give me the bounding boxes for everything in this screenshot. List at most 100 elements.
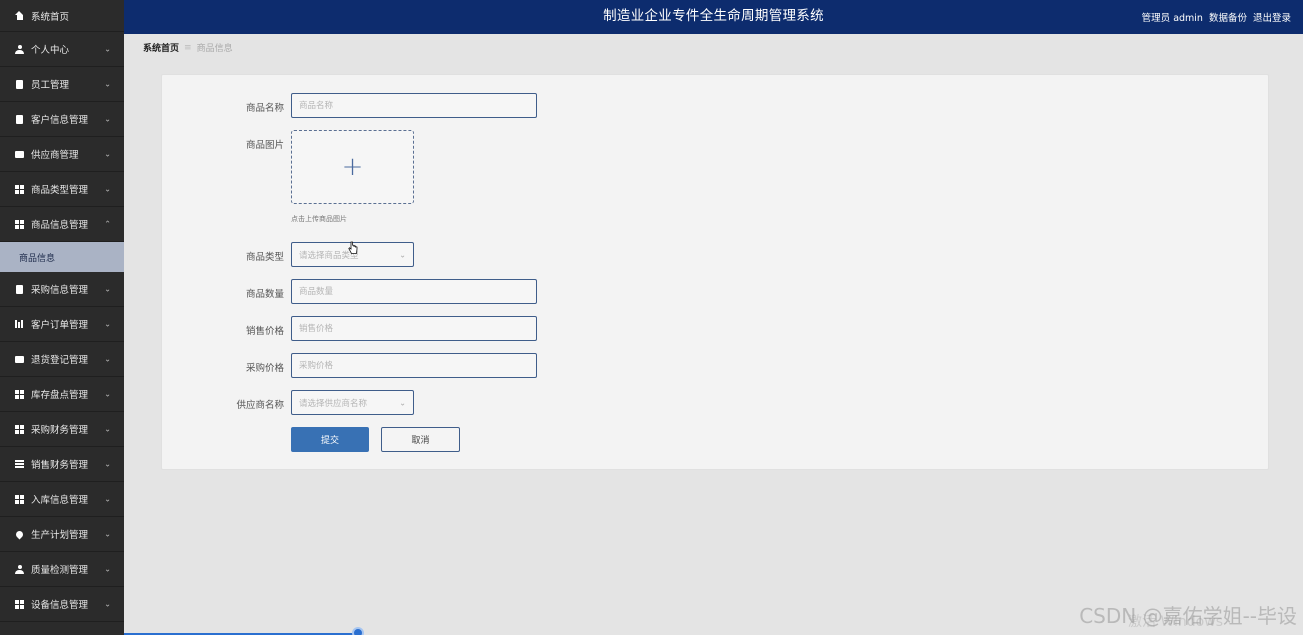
chevron-down-icon: ⌄ xyxy=(104,149,111,159)
sidebar-subitem-label: 商品信息 xyxy=(19,253,56,264)
chevron-down-icon: ⌄ xyxy=(104,389,111,399)
sidebar-item-label: 质量检测管理 xyxy=(31,565,89,576)
chevron-down-icon: ⌄ xyxy=(104,284,111,294)
chevron-down-icon: ⌄ xyxy=(104,599,111,609)
sidebar-item-label: 库存盘点管理 xyxy=(31,390,89,401)
chevron-down-icon: ⌄ xyxy=(104,529,111,539)
breadcrumb-current: 商品信息 xyxy=(196,44,233,54)
sidebar-item-label: 客户信息管理 xyxy=(31,115,89,126)
grid-icon xyxy=(15,599,24,609)
sidebar-item-quality[interactable]: 质量检测管理 ⌄ xyxy=(0,552,124,587)
sidebar-item-customers[interactable]: 客户信息管理 ⌄ xyxy=(0,102,124,137)
chevron-down-icon: ⌄ xyxy=(104,354,111,364)
chevron-up-icon: ⌃ xyxy=(104,219,111,229)
sidebar-subitem-product-info[interactable]: 商品信息 xyxy=(0,242,124,272)
submit-button[interactable]: 提交 xyxy=(291,427,369,452)
sale-price-label: 销售价格 xyxy=(245,326,284,337)
sidebar-item-personal-center[interactable]: 个人中心 ⌄ xyxy=(0,32,124,67)
top-header: 制造业企业专件全生命周期管理系统 管理员 admin 数据备份 退出登录 xyxy=(124,0,1303,34)
image-upload-area[interactable]: + xyxy=(291,130,414,204)
sidebar-item-product-info[interactable]: 商品信息管理 ⌃ xyxy=(0,207,124,242)
sidebar-item-returns[interactable]: 退货登记管理 ⌄ xyxy=(0,342,124,377)
breadcrumb-separator: ≡ xyxy=(184,42,192,53)
sidebar-item-label: 销售财务管理 xyxy=(31,460,89,471)
hand-cursor-icon xyxy=(348,241,358,254)
sidebar-item-label: 退货登记管理 xyxy=(31,355,89,366)
sidebar-item-label: 设备信息管理 xyxy=(31,600,89,611)
chevron-down-icon: ⌄ xyxy=(104,564,111,574)
sidebar-item-label: 员工管理 xyxy=(31,80,70,91)
sidebar-item-label: 商品信息管理 xyxy=(31,220,89,231)
progress-handle[interactable] xyxy=(352,627,364,635)
breadcrumb-home[interactable]: 系统首页 xyxy=(143,41,179,54)
product-image-label: 商品图片 xyxy=(245,140,284,151)
map-pin-icon xyxy=(14,529,25,539)
clipboard-icon xyxy=(15,114,24,124)
ticket-icon xyxy=(15,355,24,364)
chevron-down-icon: ⌄ xyxy=(104,114,111,124)
user-label[interactable]: 管理员 admin xyxy=(1142,10,1203,24)
bar-chart-icon xyxy=(15,320,24,329)
logout-link[interactable]: 退出登录 xyxy=(1253,10,1291,24)
chevron-down-icon: ⌄ xyxy=(104,459,111,469)
product-type-label: 商品类型 xyxy=(245,252,284,263)
sidebar-item-home[interactable]: 系统首页 xyxy=(0,0,124,32)
supplier-placeholder: 请选择供应商名称 xyxy=(299,398,368,409)
cancel-button[interactable]: 取消 xyxy=(381,427,460,452)
purchase-price-input[interactable] xyxy=(291,353,537,378)
sidebar-item-production-plan[interactable]: 生产计划管理 ⌄ xyxy=(0,517,124,552)
grid-icon xyxy=(15,424,24,434)
sidebar-item-stock-in[interactable]: 入库信息管理 ⌄ xyxy=(0,482,124,517)
product-quantity-input[interactable] xyxy=(291,279,537,304)
chevron-down-icon: ⌄ xyxy=(104,319,111,329)
sidebar-item-equipment[interactable]: 设备信息管理 ⌄ xyxy=(0,587,124,622)
grid-icon xyxy=(15,494,24,504)
supplier-select[interactable]: 请选择供应商名称 ⌄ xyxy=(291,390,414,415)
sidebar-item-suppliers[interactable]: 供应商管理 ⌄ xyxy=(0,137,124,172)
chevron-down-icon: ⌄ xyxy=(104,44,111,54)
header-actions: 管理员 admin 数据备份 退出登录 xyxy=(1142,0,1291,34)
comment-icon xyxy=(15,150,24,159)
clipboard-icon xyxy=(15,79,24,89)
product-name-input[interactable] xyxy=(291,93,537,118)
sidebar-item-inventory[interactable]: 库存盘点管理 ⌄ xyxy=(0,377,124,412)
chevron-down-icon: ⌄ xyxy=(104,79,111,89)
product-name-label: 商品名称 xyxy=(245,103,284,114)
sidebar-item-label: 入库信息管理 xyxy=(31,495,89,506)
clipboard-icon xyxy=(15,284,24,294)
sidebar-item-label: 个人中心 xyxy=(31,45,70,56)
backup-link[interactable]: 数据备份 xyxy=(1209,10,1247,24)
sidebar-item-customer-orders[interactable]: 客户订单管理 ⌄ xyxy=(0,307,124,342)
chevron-down-icon: ⌄ xyxy=(104,424,111,434)
sidebar-item-label: 系统首页 xyxy=(31,11,70,23)
sidebar-item-sales-finance[interactable]: 销售财务管理 ⌄ xyxy=(0,447,124,482)
upload-tip: 点击上传商品图片 xyxy=(291,215,347,223)
product-quantity-label: 商品数量 xyxy=(245,289,284,300)
sidebar-item-purchase-finance[interactable]: 采购财务管理 ⌄ xyxy=(0,412,124,447)
sidebar-item-label: 客户订单管理 xyxy=(31,320,89,331)
breadcrumb: 系统首页 ≡ 商品信息 xyxy=(143,41,233,55)
chevron-down-icon: ⌄ xyxy=(399,398,406,407)
grid-icon xyxy=(15,184,24,194)
chevron-down-icon: ⌄ xyxy=(104,494,111,504)
sidebar-item-employees[interactable]: 员工管理 ⌄ xyxy=(0,67,124,102)
sidebar-item-purchase-info[interactable]: 采购信息管理 ⌄ xyxy=(0,272,124,307)
sidebar-item-label: 采购信息管理 xyxy=(31,285,89,296)
home-icon xyxy=(15,11,24,20)
grid-icon xyxy=(15,389,24,399)
plus-icon: + xyxy=(341,152,364,182)
chevron-down-icon: ⌄ xyxy=(104,184,111,194)
sidebar-item-label: 供应商管理 xyxy=(31,150,79,161)
app-title: 制造业企业专件全生命周期管理系统 xyxy=(603,8,824,24)
sidebar-item-label: 商品类型管理 xyxy=(31,185,89,196)
sidebar-item-product-types[interactable]: 商品类型管理 ⌄ xyxy=(0,172,124,207)
sale-price-input[interactable] xyxy=(291,316,537,341)
supplier-name-label: 供应商名称 xyxy=(236,400,284,411)
watermark: CSDN @嘉佑学姐--毕设 xyxy=(1079,604,1297,628)
sidebar-item-label: 生产计划管理 xyxy=(31,530,89,541)
sidebar-item-label: 采购财务管理 xyxy=(31,425,89,436)
person-icon xyxy=(15,564,24,574)
grid-icon xyxy=(15,219,24,229)
chevron-down-icon: ⌄ xyxy=(399,250,406,259)
list-icon xyxy=(15,460,24,469)
